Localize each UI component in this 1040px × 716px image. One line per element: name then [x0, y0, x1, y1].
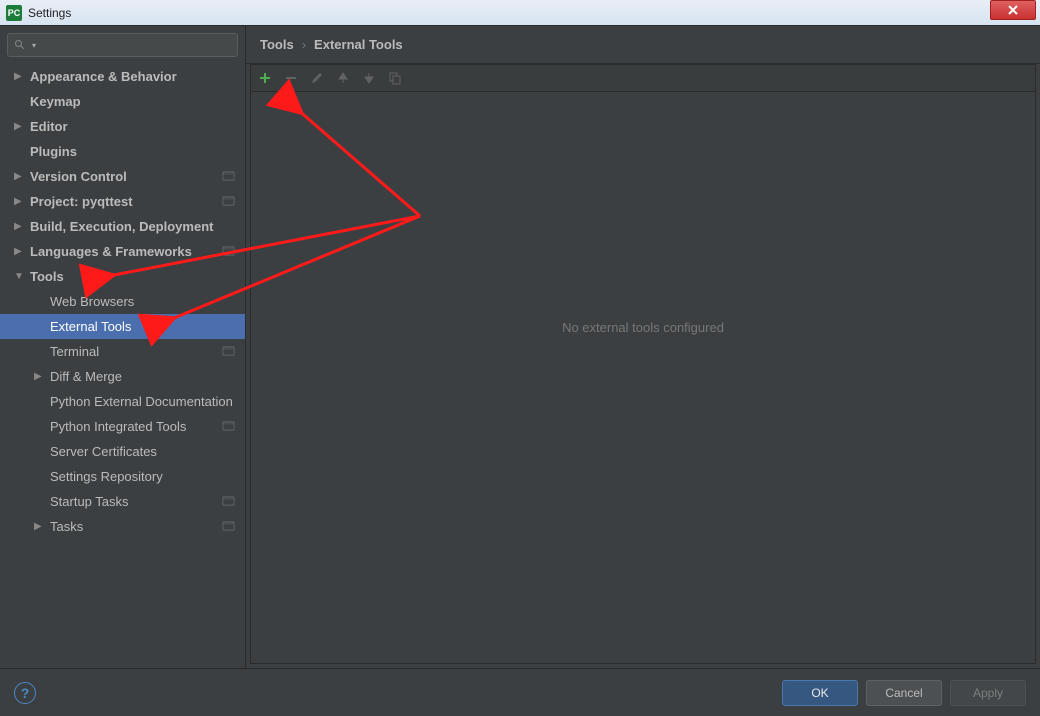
tree-item-external-tools[interactable]: ·External Tools: [0, 314, 245, 339]
search-dropdown-icon: ▾: [32, 41, 36, 50]
project-scope-icon: [222, 194, 235, 210]
tree-item-label: Build, Execution, Deployment: [30, 219, 213, 234]
tree-item-label: Plugins: [30, 144, 77, 159]
external-tools-toolbar: [250, 64, 1036, 92]
tree-item-python-integrated-tools[interactable]: ·Python Integrated Tools: [0, 414, 245, 439]
tree-item-label: Startup Tasks: [50, 494, 129, 509]
breadcrumb-separator: ›: [302, 37, 306, 52]
project-scope-icon: [222, 494, 235, 510]
close-icon: [1007, 4, 1019, 16]
tree-item-tools[interactable]: ▼ Tools: [0, 264, 245, 289]
settings-sidebar: ▾ ▶ Appearance & Behavior ·Keymap ▶ Editor ·P…: [0, 26, 246, 668]
tree-item-settings-repository[interactable]: ·Settings Repository: [0, 464, 245, 489]
tree-item-tasks[interactable]: ▶ Tasks: [0, 514, 245, 539]
tree-item-project-pyqttest[interactable]: ▶ Project: pyqttest: [0, 189, 245, 214]
tree-item-label: Server Certificates: [50, 444, 157, 459]
cancel-button[interactable]: Cancel: [866, 680, 942, 706]
tree-item-keymap[interactable]: ·Keymap: [0, 89, 245, 114]
help-button[interactable]: ?: [14, 682, 36, 704]
project-scope-icon: [222, 344, 235, 360]
apply-button[interactable]: Apply: [950, 680, 1026, 706]
tree-item-label: Languages & Frameworks: [30, 244, 192, 259]
tree-item-server-certificates[interactable]: ·Server Certificates: [0, 439, 245, 464]
add-icon: [258, 71, 272, 85]
remove-icon: [284, 71, 298, 85]
breadcrumb: Tools › External Tools: [246, 26, 1040, 64]
tree-item-label: Web Browsers: [50, 294, 134, 309]
copy-button: [387, 70, 403, 86]
breadcrumb-leaf: External Tools: [314, 37, 403, 52]
settings-detail-panel: Tools › External Tools No external tools…: [246, 26, 1040, 668]
chevron-right-icon: ▶: [14, 71, 26, 82]
project-scope-icon: [222, 519, 235, 535]
add-button[interactable]: [257, 70, 273, 86]
tree-item-python-external-documentation[interactable]: ·Python External Documentation: [0, 389, 245, 414]
down-button: [361, 70, 377, 86]
project-scope-icon: [222, 244, 235, 260]
tree-item-label: Keymap: [30, 94, 81, 109]
tree-item-label: Version Control: [30, 169, 127, 184]
dialog-footer: ? OK Cancel Apply: [0, 668, 1040, 716]
tree-item-label: Settings Repository: [50, 469, 163, 484]
up-icon: [336, 71, 350, 85]
chevron-right-icon: ▶: [14, 196, 26, 207]
chevron-right-icon: ▶: [14, 246, 26, 257]
search-icon: [14, 39, 26, 51]
breadcrumb-root[interactable]: Tools: [260, 37, 294, 52]
edit-button: [309, 70, 325, 86]
close-button[interactable]: [990, 0, 1036, 20]
external-tools-list: No external tools configured: [250, 92, 1036, 664]
tree-item-plugins[interactable]: ·Plugins: [0, 139, 245, 164]
remove-button: [283, 70, 299, 86]
down-icon: [362, 71, 376, 85]
chevron-right-icon: ▶: [14, 121, 26, 132]
tree-item-label: External Tools: [50, 319, 131, 334]
empty-placeholder: No external tools configured: [562, 320, 724, 335]
tree-item-label: Tools: [30, 269, 64, 284]
search-input[interactable]: ▾: [7, 33, 238, 57]
tree-item-appearance-behavior[interactable]: ▶ Appearance & Behavior: [0, 64, 245, 89]
titlebar: PC Settings: [0, 0, 1040, 26]
tree-item-editor[interactable]: ▶ Editor: [0, 114, 245, 139]
project-scope-icon: [222, 169, 235, 185]
tree-item-label: Terminal: [50, 344, 99, 359]
copy-icon: [388, 71, 402, 85]
settings-tree[interactable]: ▶ Appearance & Behavior ·Keymap ▶ Editor ·Plu…: [0, 64, 245, 668]
up-button: [335, 70, 351, 86]
edit-icon: [310, 71, 324, 85]
chevron-right-icon: ▶: [34, 371, 46, 382]
window-title: Settings: [28, 6, 71, 20]
tree-item-label: Project: pyqttest: [30, 194, 133, 209]
tree-item-startup-tasks[interactable]: ·Startup Tasks: [0, 489, 245, 514]
chevron-right-icon: ▶: [14, 221, 26, 232]
project-scope-icon: [222, 419, 235, 435]
tree-item-label: Python Integrated Tools: [50, 419, 186, 434]
tree-item-terminal[interactable]: ·Terminal: [0, 339, 245, 364]
chevron-right-icon: ▶: [14, 171, 26, 182]
tree-item-diff-merge[interactable]: ▶ Diff & Merge: [0, 364, 245, 389]
tree-item-languages-frameworks[interactable]: ▶ Languages & Frameworks: [0, 239, 245, 264]
tree-item-build-execution-deployment[interactable]: ▶ Build, Execution, Deployment: [0, 214, 245, 239]
chevron-right-icon: ▶: [34, 521, 46, 532]
tree-item-web-browsers[interactable]: ·Web Browsers: [0, 289, 245, 314]
tree-item-version-control[interactable]: ▶ Version Control: [0, 164, 245, 189]
chevron-down-icon: ▼: [14, 271, 26, 282]
tree-item-label: Appearance & Behavior: [30, 69, 177, 84]
tree-item-label: Tasks: [50, 519, 83, 534]
tree-item-label: Python External Documentation: [50, 394, 233, 409]
app-icon: PC: [6, 5, 22, 21]
ok-button[interactable]: OK: [782, 680, 858, 706]
tree-item-label: Diff & Merge: [50, 369, 122, 384]
tree-item-label: Editor: [30, 119, 68, 134]
